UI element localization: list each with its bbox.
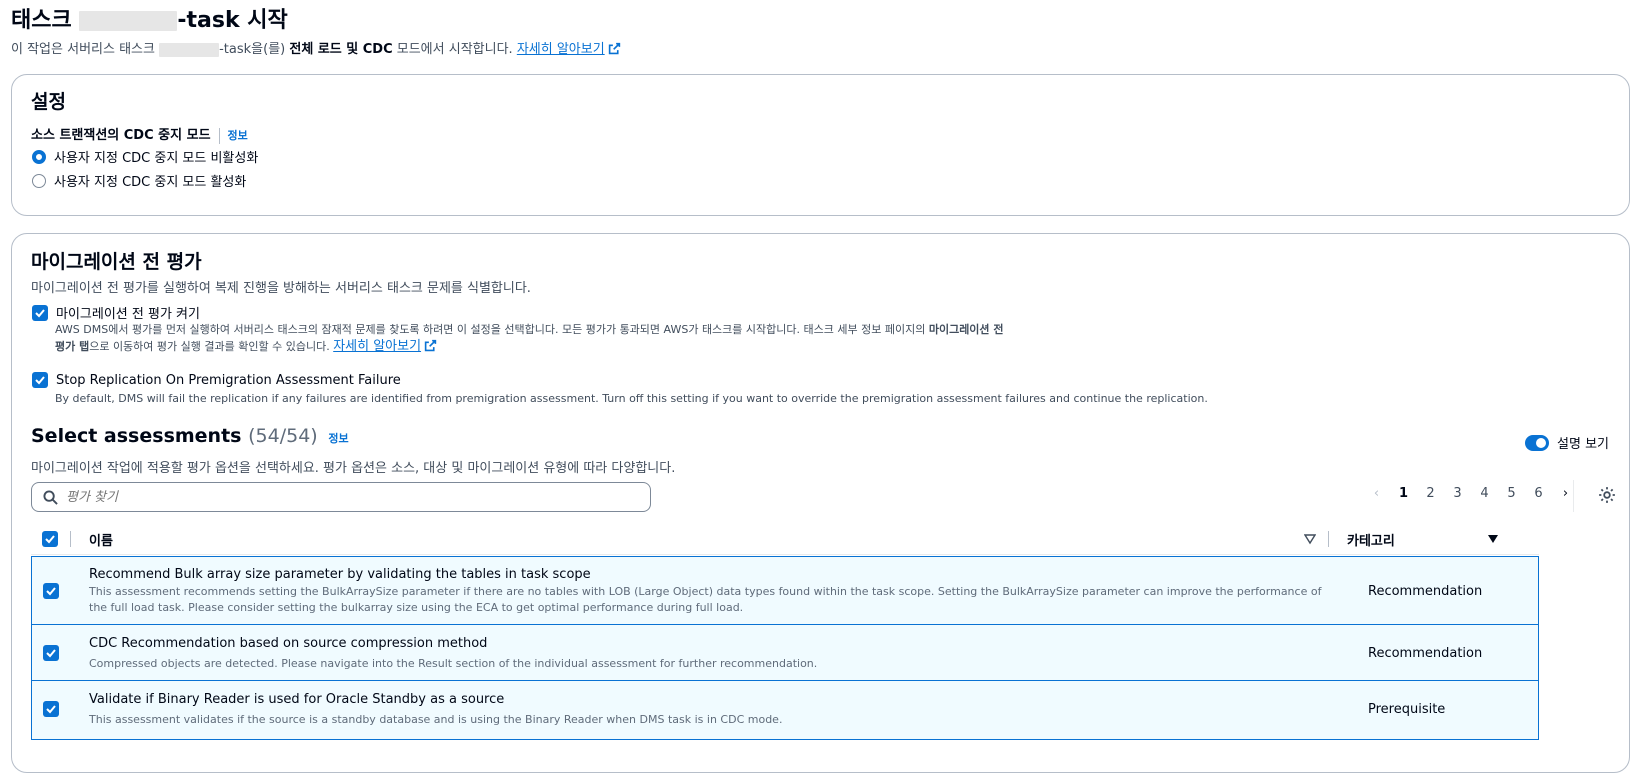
external-link-icon [424, 339, 437, 352]
page-6[interactable]: 6 [1525, 486, 1552, 501]
assessment-description: This assessment recommends setting the B… [89, 585, 1322, 614]
radio-enable-custom-cdc-stop[interactable]: 사용자 지정 CDC 중지 모드 활성화 [32, 171, 246, 190]
gear-icon[interactable] [1598, 486, 1616, 504]
checkbox[interactable] [32, 304, 48, 321]
search-input[interactable] [64, 488, 628, 506]
radio-disable-custom-cdc-stop[interactable]: 사용자 지정 CDC 중지 모드 비활성화 [32, 147, 258, 166]
search-icon [43, 489, 58, 505]
premigration-panel: 마이그레이션 전 평가 마이그레이션 전 평가를 실행하여 복제 진행을 방해하… [11, 233, 1630, 773]
table-header: 이름 카테고리 [31, 524, 1539, 555]
assessment-category: Recommendation [1368, 646, 1483, 661]
stop-replication-checkbox[interactable]: Stop Replication On Premigration Assessm… [32, 372, 401, 388]
pagination: ‹ 1 2 3 4 5 6 › [1363, 486, 1579, 501]
row-checkbox[interactable] [43, 701, 59, 717]
assessment-name: Recommend Bulk array size parameter by v… [89, 567, 591, 582]
settings-panel: 설정 소스 트랜잭션의 CDC 중지 모드 정보 사용자 지정 CDC 중지 모드… [11, 74, 1630, 216]
premigration-heading: 마이그레이션 전 평가 [31, 251, 202, 273]
enable-premigration-hint: AWS DMS에서 평가를 먼저 실행하여 서버리스 태스크의 잠재적 문제를 … [55, 323, 1004, 354]
toggle-switch[interactable] [1525, 434, 1550, 451]
row-checkbox[interactable] [43, 583, 59, 599]
cdc-stop-mode-label: 소스 트랜잭션의 CDC 중지 모드 정보 [31, 127, 248, 144]
page-5[interactable]: 5 [1498, 486, 1525, 501]
info-link[interactable]: 정보 [228, 129, 248, 142]
info-link[interactable]: 정보 [328, 432, 348, 445]
column-name-header[interactable]: 이름 [89, 530, 1304, 549]
sort-icon[interactable] [1487, 533, 1499, 545]
chevron-right-icon[interactable]: › [1552, 486, 1579, 501]
assessment-name: CDC Recommendation based on source compr… [89, 636, 488, 651]
redacted-task-name [159, 42, 220, 57]
page-subtitle: 이 작업은 서버리스 태스크 -task을(를) 전체 로드 및 CDC 모드에… [11, 38, 621, 57]
external-link-icon [608, 42, 620, 55]
select-assessments-heading: Select assessments (54/54) 정보 [31, 425, 349, 447]
redacted-task-name [79, 11, 178, 31]
learn-more-link[interactable]: 자세히 알아보기 [517, 42, 621, 57]
assessment-category: Prerequisite [1368, 702, 1446, 717]
assessment-count: (54/54) [248, 425, 318, 447]
stop-replication-hint: By default, DMS will fail the replicatio… [55, 392, 1208, 405]
page-2[interactable]: 2 [1417, 486, 1444, 501]
assessment-name: Validate if Binary Reader is used for Or… [89, 692, 505, 707]
page-1[interactable]: 1 [1390, 486, 1417, 501]
learn-more-link[interactable]: 자세히 알아보기 [333, 339, 437, 354]
table-row[interactable]: Validate if Binary Reader is used for Or… [31, 680, 1539, 740]
assessment-search[interactable] [31, 482, 651, 512]
assessment-category: Recommendation [1368, 584, 1483, 599]
page-4[interactable]: 4 [1471, 486, 1498, 501]
select-all-checkbox[interactable] [42, 531, 58, 547]
checkbox[interactable] [32, 372, 48, 388]
table-row[interactable]: Recommend Bulk array size parameter by v… [31, 556, 1539, 626]
premigration-description: 마이그레이션 전 평가를 실행하여 복제 진행을 방해하는 서버리스 태스크 문… [31, 281, 531, 296]
settings-heading: 설정 [31, 91, 66, 113]
table-row[interactable]: CDC Recommendation based on source compr… [31, 624, 1539, 682]
page-title: 태스크 -task 시작 [11, 8, 288, 33]
assessment-description: Compressed objects are detected. Please … [89, 657, 818, 670]
show-description-toggle[interactable]: 설명 보기 [1525, 433, 1609, 452]
chevron-left-icon[interactable]: ‹ [1363, 486, 1390, 501]
assessments-description: 마이그레이션 작업에 적용할 평가 옵션을 선택하세요. 평가 옵션은 소스, … [31, 461, 676, 476]
assessment-description: This assessment validates if the source … [89, 713, 783, 726]
radio-button[interactable] [32, 149, 46, 164]
radio-button[interactable] [32, 173, 46, 188]
page-3[interactable]: 3 [1444, 486, 1471, 501]
enable-premigration-checkbox[interactable]: 마이그레이션 전 평가 켜기 [32, 303, 200, 322]
column-category-header[interactable]: 카테고리 [1347, 530, 1487, 549]
row-checkbox[interactable] [43, 645, 59, 661]
sort-icon[interactable] [1304, 533, 1316, 545]
